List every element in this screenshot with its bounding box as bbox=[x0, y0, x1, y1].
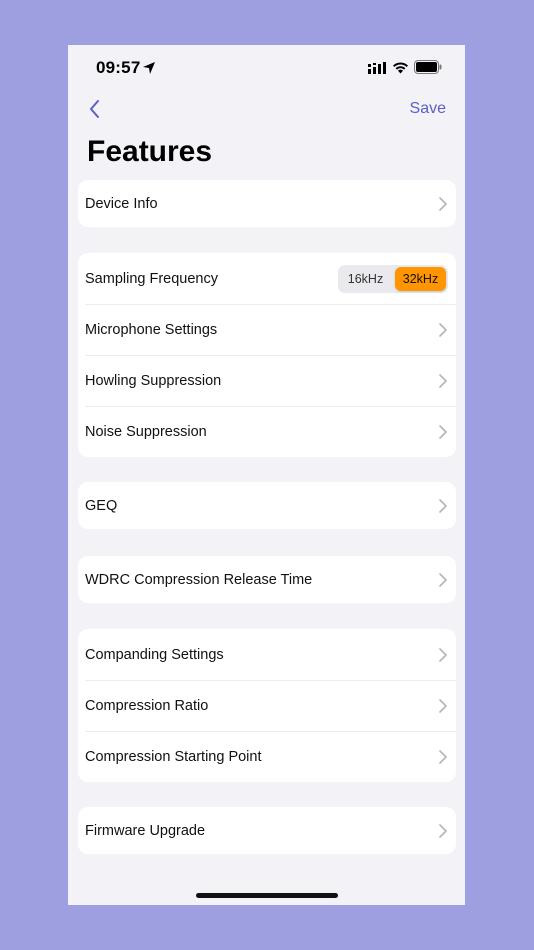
row-compression-starting-point[interactable]: Compression Starting Point bbox=[78, 731, 456, 782]
chevron-right-icon bbox=[439, 647, 447, 662]
row-label: Microphone Settings bbox=[85, 321, 218, 338]
row-label: Compression Ratio bbox=[85, 697, 209, 714]
status-time: 09:57 bbox=[96, 58, 141, 77]
chevron-right-icon bbox=[439, 196, 447, 211]
phone-screen: 09:57 Save Features Device Info Sampling bbox=[68, 45, 465, 905]
segment-16khz[interactable]: 16kHz bbox=[340, 267, 391, 291]
row-label: Firmware Upgrade bbox=[85, 822, 206, 839]
save-button[interactable]: Save bbox=[410, 100, 446, 118]
page-title: Features bbox=[87, 135, 213, 168]
chevron-right-icon bbox=[439, 424, 447, 439]
chevron-right-icon bbox=[439, 373, 447, 388]
row-label: WDRC Compression Release Time bbox=[85, 571, 313, 588]
row-label: Howling Suppression bbox=[85, 372, 222, 389]
row-microphone-settings[interactable]: Microphone Settings bbox=[78, 304, 456, 355]
segment-32khz[interactable]: 32kHz bbox=[395, 267, 446, 291]
chevron-right-icon bbox=[439, 322, 447, 337]
group-geq: GEQ bbox=[78, 482, 456, 529]
sampling-frequency-segmented-control: 16kHz 32kHz bbox=[338, 265, 448, 293]
row-noise-suppression[interactable]: Noise Suppression bbox=[78, 406, 456, 457]
chevron-right-icon bbox=[439, 572, 447, 587]
row-sampling-frequency: Sampling Frequency 16kHz 32kHz bbox=[78, 253, 456, 304]
row-device-info[interactable]: Device Info bbox=[78, 180, 456, 227]
chevron-right-icon bbox=[439, 498, 447, 513]
home-indicator bbox=[196, 893, 338, 898]
row-label: Device Info bbox=[85, 195, 158, 212]
row-label: GEQ bbox=[85, 497, 118, 514]
group-wdrc: WDRC Compression Release Time bbox=[78, 556, 456, 603]
wifi-icon bbox=[393, 62, 408, 74]
row-geq[interactable]: GEQ bbox=[78, 482, 456, 529]
chevron-right-icon bbox=[439, 698, 447, 713]
group-audio: Sampling Frequency 16kHz 32kHz Microphon… bbox=[78, 253, 456, 457]
group-device: Device Info bbox=[78, 180, 456, 227]
back-chevron-icon[interactable] bbox=[84, 97, 108, 121]
chevron-right-icon bbox=[439, 749, 447, 764]
row-wdrc-release-time[interactable]: WDRC Compression Release Time bbox=[78, 556, 456, 603]
location-arrow-icon bbox=[143, 62, 155, 74]
row-label: Compression Starting Point bbox=[85, 748, 262, 765]
row-compression-ratio[interactable]: Compression Ratio bbox=[78, 680, 456, 731]
battery-icon bbox=[414, 60, 442, 74]
row-label: Noise Suppression bbox=[85, 423, 207, 440]
row-companding-settings[interactable]: Companding Settings bbox=[78, 629, 456, 680]
group-firmware: Firmware Upgrade bbox=[78, 807, 456, 854]
row-label: Companding Settings bbox=[85, 646, 224, 663]
row-howling-suppression[interactable]: Howling Suppression bbox=[78, 355, 456, 406]
chevron-right-icon bbox=[439, 823, 447, 838]
row-firmware-upgrade[interactable]: Firmware Upgrade bbox=[78, 807, 456, 854]
cellular-signal-icon bbox=[368, 62, 386, 74]
row-label: Sampling Frequency bbox=[85, 270, 218, 287]
group-compression: Companding Settings Compression Ratio Co… bbox=[78, 629, 456, 782]
